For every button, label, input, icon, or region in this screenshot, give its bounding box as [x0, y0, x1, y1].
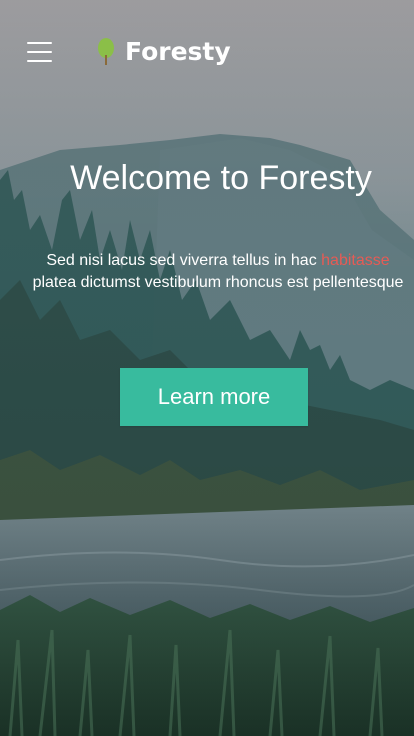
menu-bar-middle [27, 51, 52, 53]
tree-icon [98, 38, 114, 65]
learn-more-button[interactable]: Learn more [120, 368, 308, 426]
hero-description-part1: Sed nisi lacus sed viverra tellus in hac [46, 252, 322, 269]
app-screen: Foresty Welcome to Foresty Sed nisi lacu… [0, 0, 414, 736]
brand-name: Foresty [125, 36, 231, 66]
hero-description-part2: platea dictumst vestibulum rhoncus est p… [32, 274, 404, 291]
brand-logo[interactable]: Foresty [97, 34, 231, 68]
hero-title: Welcome to Foresty [70, 159, 372, 197]
top-header: Foresty [0, 0, 414, 104]
hero-description: Sed nisi lacus sed viverra tellus in hac… [31, 250, 405, 294]
hero-description-highlight: habitasse [321, 252, 390, 269]
menu-bar-bottom [27, 60, 52, 62]
hero-section: Welcome to Foresty Sed nisi lacus sed vi… [0, 150, 414, 291]
menu-bar-top [27, 42, 52, 44]
hamburger-menu-icon[interactable] [27, 41, 53, 63]
